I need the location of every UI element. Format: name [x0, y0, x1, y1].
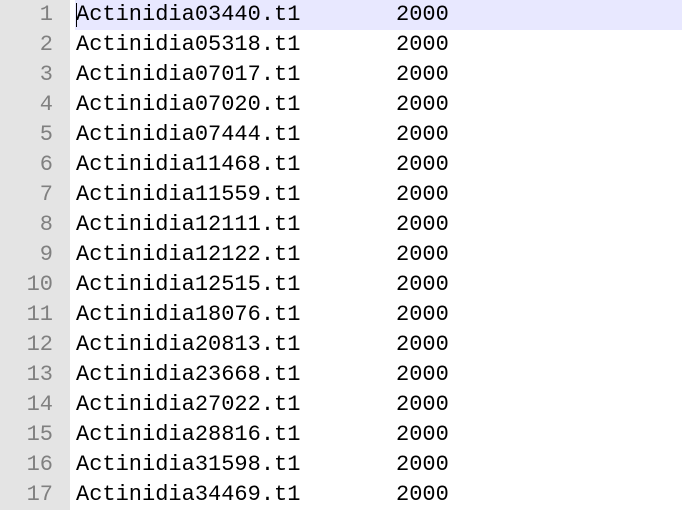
line-number: 15 — [26, 422, 53, 447]
gene-id: Actinidia11468.t1 — [76, 152, 301, 177]
text-caret — [76, 3, 77, 27]
code-line[interactable]: Actinidia23668.t1 2000 — [75, 360, 682, 390]
gene-value: 2000 — [396, 272, 449, 297]
gene-id: Actinidia07020.t1 — [76, 92, 301, 117]
gene-value: 2000 — [396, 422, 449, 447]
line-number: 10 — [26, 272, 53, 297]
gene-value: 2000 — [396, 302, 449, 327]
gene-value: 2000 — [396, 362, 449, 387]
code-line[interactable]: Actinidia34469.t1 2000 — [75, 480, 682, 510]
text-area[interactable]: Actinidia03440.t1 2000 Actinidia05318.t1 2… — [75, 0, 682, 510]
gene-value: 2000 — [396, 32, 449, 57]
gene-id: Actinidia12515.t1 — [76, 272, 301, 297]
line-number: 6 — [39, 152, 53, 177]
code-line[interactable]: Actinidia31598.t1 2000 — [75, 450, 682, 480]
gene-id: Actinidia12111.t1 — [76, 212, 301, 237]
gene-value: 2000 — [396, 242, 449, 267]
gene-value: 2000 — [396, 152, 449, 177]
gene-value: 2000 — [396, 212, 449, 237]
gene-value: 2000 — [396, 62, 449, 87]
code-line[interactable]: Actinidia18076.t1 2000 — [75, 300, 682, 330]
gene-value: 2000 — [396, 122, 449, 147]
code-line[interactable]: Actinidia28816.t1 2000 — [75, 420, 682, 450]
code-line[interactable]: Actinidia05318.t1 2000 — [75, 30, 682, 60]
gene-value: 2000 — [396, 392, 449, 417]
gene-id: Actinidia11559.t1 — [76, 182, 301, 207]
gene-value: 2000 — [396, 482, 449, 507]
gene-value: 2000 — [396, 2, 449, 27]
gene-id: Actinidia12122.t1 — [76, 242, 301, 267]
line-number: 2 — [39, 32, 53, 57]
code-line[interactable]: Actinidia07017.t1 2000 — [75, 60, 682, 90]
line-number: 7 — [39, 182, 53, 207]
gene-value: 2000 — [396, 92, 449, 117]
gene-id: Actinidia03440.t1 — [76, 2, 301, 27]
gene-value: 2000 — [396, 452, 449, 477]
line-number-gutter: 1 2 3 4 5 6 7 8 9 10 11 12 13 14 15 16 1… — [0, 0, 70, 510]
line-number: 1 — [39, 2, 53, 27]
text-editor[interactable]: 1 2 3 4 5 6 7 8 9 10 11 12 13 14 15 16 1… — [0, 0, 682, 510]
code-line[interactable]: Actinidia07444.t1 2000 — [75, 120, 682, 150]
gene-value: 2000 — [396, 182, 449, 207]
code-line[interactable]: Actinidia11468.t1 2000 — [75, 150, 682, 180]
gene-id: Actinidia34469.t1 — [76, 482, 301, 507]
code-line[interactable]: Actinidia12111.t1 2000 — [75, 210, 682, 240]
code-line[interactable]: Actinidia27022.t1 2000 — [75, 390, 682, 420]
code-line-current[interactable]: Actinidia03440.t1 2000 — [75, 0, 682, 30]
line-number: 3 — [39, 62, 53, 87]
line-number: 17 — [26, 482, 53, 507]
line-number: 5 — [39, 122, 53, 147]
gene-id: Actinidia20813.t1 — [76, 332, 301, 357]
line-number: 16 — [26, 452, 53, 477]
code-line[interactable]: Actinidia12122.t1 2000 — [75, 240, 682, 270]
gene-id: Actinidia05318.t1 — [76, 32, 301, 57]
line-number: 4 — [39, 92, 53, 117]
code-line[interactable]: Actinidia20813.t1 2000 — [75, 330, 682, 360]
code-line[interactable]: Actinidia11559.t1 2000 — [75, 180, 682, 210]
line-number: 14 — [26, 392, 53, 417]
code-line[interactable]: Actinidia07020.t1 2000 — [75, 90, 682, 120]
line-number: 8 — [39, 212, 53, 237]
gene-id: Actinidia07444.t1 — [76, 122, 301, 147]
code-line[interactable]: Actinidia12515.t1 2000 — [75, 270, 682, 300]
gene-id: Actinidia28816.t1 — [76, 422, 301, 447]
gene-id: Actinidia31598.t1 — [76, 452, 301, 477]
line-number: 9 — [39, 242, 53, 267]
gene-id: Actinidia18076.t1 — [76, 302, 301, 327]
gene-id: Actinidia27022.t1 — [76, 392, 301, 417]
gene-id: Actinidia23668.t1 — [76, 362, 301, 387]
line-number: 13 — [26, 362, 53, 387]
gene-id: Actinidia07017.t1 — [76, 62, 301, 87]
line-number: 12 — [26, 332, 53, 357]
line-number: 11 — [26, 302, 53, 327]
gene-value: 2000 — [396, 332, 449, 357]
